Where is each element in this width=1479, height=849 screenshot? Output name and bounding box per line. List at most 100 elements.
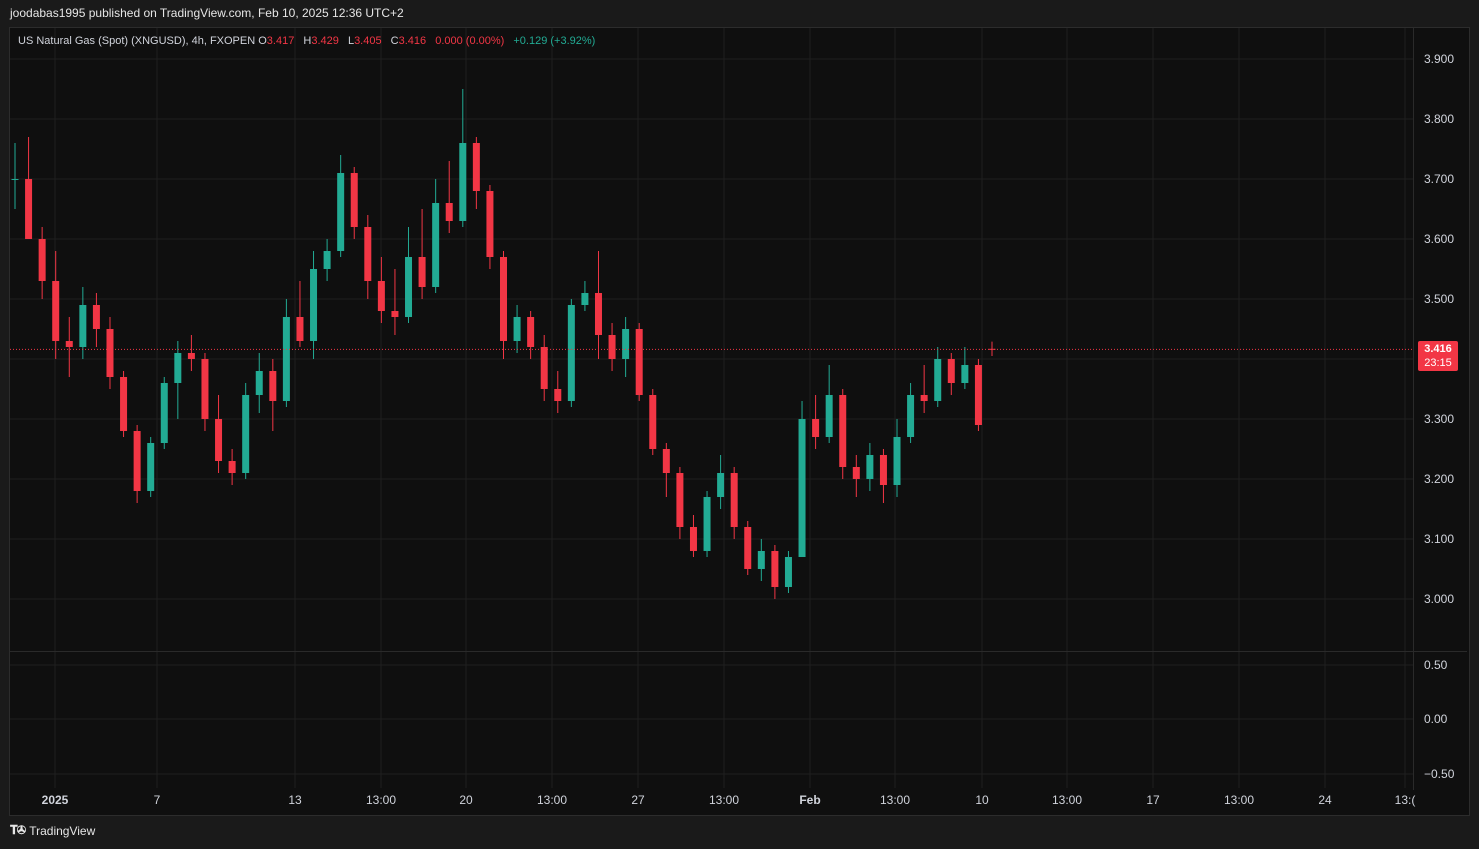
indicator-tick-label: −0.50 [1424,767,1455,781]
last-price-badge: 3.416 23:15 [1418,341,1458,371]
time-tick-label: 17 [1146,793,1160,807]
bar-countdown: 23:15 [1424,357,1452,369]
price-tick-label: 3.000 [1424,592,1454,606]
candle-body [242,395,250,473]
candle-body [717,473,725,497]
candle-body [269,371,277,401]
candle-body [405,257,413,317]
candle-body [961,365,969,383]
candle-body [757,551,765,569]
legend-change-total: +0.129 (+3.92%) [513,35,596,47]
candle-body [79,305,87,347]
candle-body [133,431,141,491]
legend-open-label: O [258,35,267,47]
time-tick-label: 13:00 [366,793,396,807]
candle-body [920,395,928,401]
candle-body [25,179,33,239]
candle-body [581,293,589,305]
candle-body [337,173,345,251]
candle-body [893,437,901,485]
candle-body [513,317,521,341]
candle-body [486,191,494,257]
candle-body [866,455,874,479]
candle-body [974,365,982,425]
candle-body [839,395,847,467]
candlestick-chart[interactable]: 3.9003.8003.7003.6003.5003.4003.3003.200… [0,0,1479,849]
candle-body [594,293,602,335]
candle-body [120,377,128,431]
candle-body [228,461,236,473]
candle-body [364,227,372,281]
candle-body [459,143,467,221]
legend-open-value: 3.417 [266,35,295,47]
candle-body [11,179,19,180]
price-tick-label: 3.800 [1424,112,1454,126]
legend-change: 0.000 (0.00%) [435,35,505,47]
candle-body [771,551,779,587]
time-tick-label: 7 [154,793,161,807]
legend-close-value: 3.416 [398,35,427,47]
candle-body [622,329,630,359]
tradingview-logo-icon[interactable]: 𝐓✇ [10,823,26,838]
time-tick-label: 24 [1318,793,1332,807]
footer: 𝐓✇ TradingView [10,823,95,838]
time-tick-label: 13:00 [537,793,567,807]
candle-body [635,329,643,395]
candle-body [350,173,358,227]
legend-close-label: C [390,35,399,47]
time-tick-label: 13:00 [1224,793,1254,807]
time-tick-label: 2025 [42,793,69,807]
price-tick-label: 3.900 [1424,52,1454,66]
candle-body [255,371,263,395]
candle-body [432,203,440,287]
time-tick-label: 10 [975,793,989,807]
candle-body [174,353,182,383]
candle-body [65,341,73,347]
time-tick-label: Feb [799,793,820,807]
indicator-tick-label: 0.50 [1424,658,1448,672]
candle-body [730,473,738,527]
candle-body [310,269,318,341]
candle-body [445,203,453,221]
candle-body [296,317,304,341]
candle-body [689,527,697,551]
candle-body [418,257,426,287]
candle-body [106,329,114,377]
candle-body [934,359,942,401]
time-tick-label: 13:( [1395,793,1416,807]
price-tick-label: 3.200 [1424,472,1454,486]
chart-legend: US Natural Gas (Spot) (XNGUSD), 4h, FXOP… [18,35,595,47]
candle-body [38,239,46,281]
candle-body [554,389,562,401]
candle-body [676,473,684,527]
candle-body [662,449,670,473]
candle-body [52,281,60,341]
candle-body [500,257,507,341]
time-tick-label: 13:00 [1052,793,1082,807]
price-tick-label: 3.600 [1424,232,1454,246]
candle-body [744,527,752,569]
candle-body [879,455,887,485]
candle-body [798,419,806,557]
candle-body [947,359,955,383]
price-tick-label: 3.300 [1424,412,1454,426]
indicator-tick-label: 0.00 [1424,712,1448,726]
candle-body [472,143,480,191]
candle-body [377,281,385,311]
price-tick-label: 3.500 [1424,292,1454,306]
candle-body [540,347,548,389]
candle-body [527,317,535,347]
time-tick-label: 13:00 [709,793,739,807]
candle-body [567,305,575,401]
candle-body [391,311,399,317]
candle-body [649,395,657,449]
time-tick-label: 27 [631,793,645,807]
footer-brand[interactable]: TradingView [29,824,95,838]
legend-low-value: 3.405 [354,35,382,47]
time-tick-label: 20 [459,793,473,807]
price-tick-label: 3.100 [1424,532,1454,546]
candle-body [907,395,915,437]
price-tick-label: 3.700 [1424,172,1454,186]
candle-body [703,497,711,551]
time-tick-label: 13 [288,793,302,807]
